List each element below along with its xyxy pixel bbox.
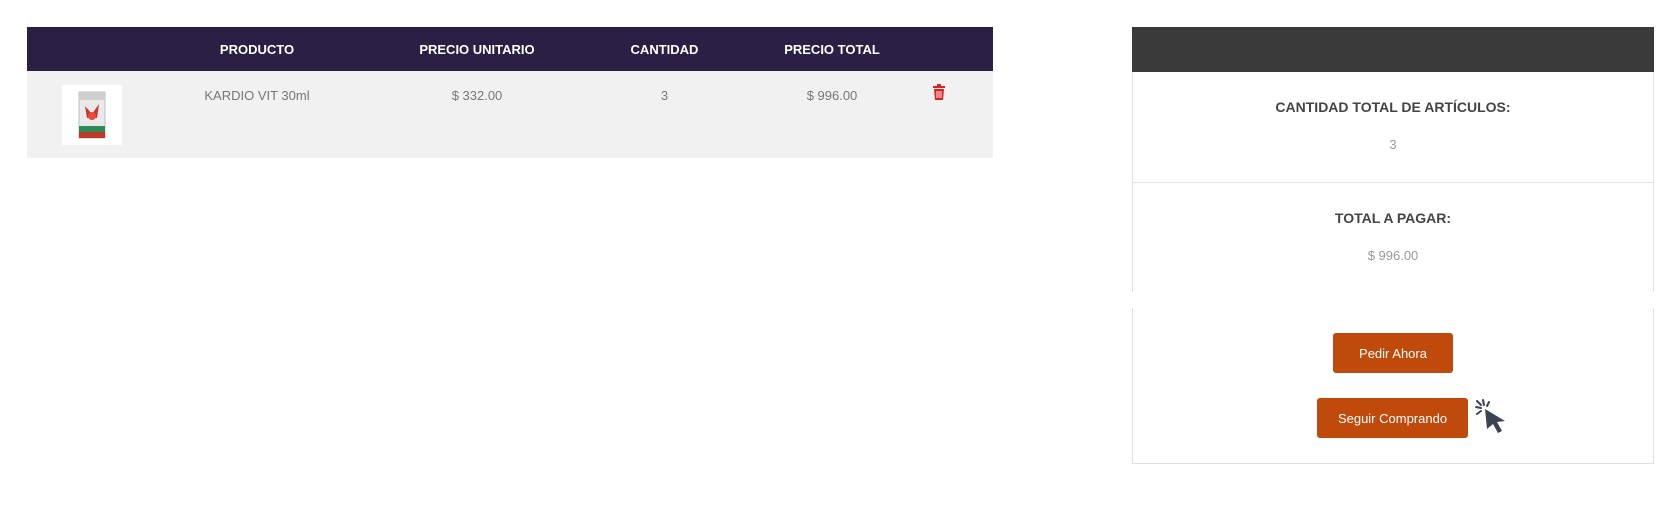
continue-shopping-button[interactable]: Seguir Comprando	[1317, 398, 1468, 438]
header-precio-total: PRECIO TOTAL	[784, 41, 880, 57]
header-precio-unitario: PRECIO UNITARIO	[419, 41, 535, 57]
product-box-image	[78, 91, 106, 139]
unit-price: $ 332.00	[451, 88, 503, 103]
summary-gap	[1132, 292, 1654, 308]
order-summary: CANTIDAD TOTAL DE ARTÍCULOS: 3 TOTAL A P…	[1132, 27, 1654, 464]
delete-cell	[932, 71, 993, 158]
cart-table-header: PRODUCTO PRECIO UNITARIO CANTIDAD PRECIO…	[27, 27, 993, 71]
quantity: 3	[660, 88, 669, 103]
summary-header	[1132, 27, 1654, 72]
total-pay-block: TOTAL A PAGAR: $ 996.00	[1133, 182, 1653, 292]
total-price: $ 996.00	[806, 88, 858, 103]
cart-page: PRODUCTO PRECIO UNITARIO CANTIDAD PRECIO…	[0, 0, 1660, 518]
summary-box: CANTIDAD TOTAL DE ARTÍCULOS: 3 TOTAL A P…	[1132, 72, 1654, 292]
trash-icon[interactable]	[932, 84, 946, 100]
total-items-block: CANTIDAD TOTAL DE ARTÍCULOS: 3	[1133, 72, 1653, 182]
product-name: KARDIO VIT 30ml	[204, 88, 310, 103]
header-cantidad: CANTIDAD	[630, 41, 699, 57]
total-pay-label: TOTAL A PAGAR:	[1334, 210, 1452, 226]
order-now-button[interactable]: Pedir Ahora	[1333, 333, 1453, 373]
product-image-cell	[27, 71, 157, 158]
summary-actions: Pedir Ahora Seguir Comprando	[1132, 308, 1654, 464]
header-producto: PRODUCTO	[219, 41, 295, 57]
table-row: KARDIO VIT 30ml $ 332.00 3 $ 996.00	[27, 71, 993, 158]
total-pay-value: $ 996.00	[1367, 248, 1419, 263]
total-items-label: CANTIDAD TOTAL DE ARTÍCULOS:	[1275, 99, 1511, 115]
product-thumbnail[interactable]	[62, 85, 122, 145]
cart-table: PRODUCTO PRECIO UNITARIO CANTIDAD PRECIO…	[27, 27, 993, 158]
total-items-value: 3	[1389, 137, 1397, 152]
